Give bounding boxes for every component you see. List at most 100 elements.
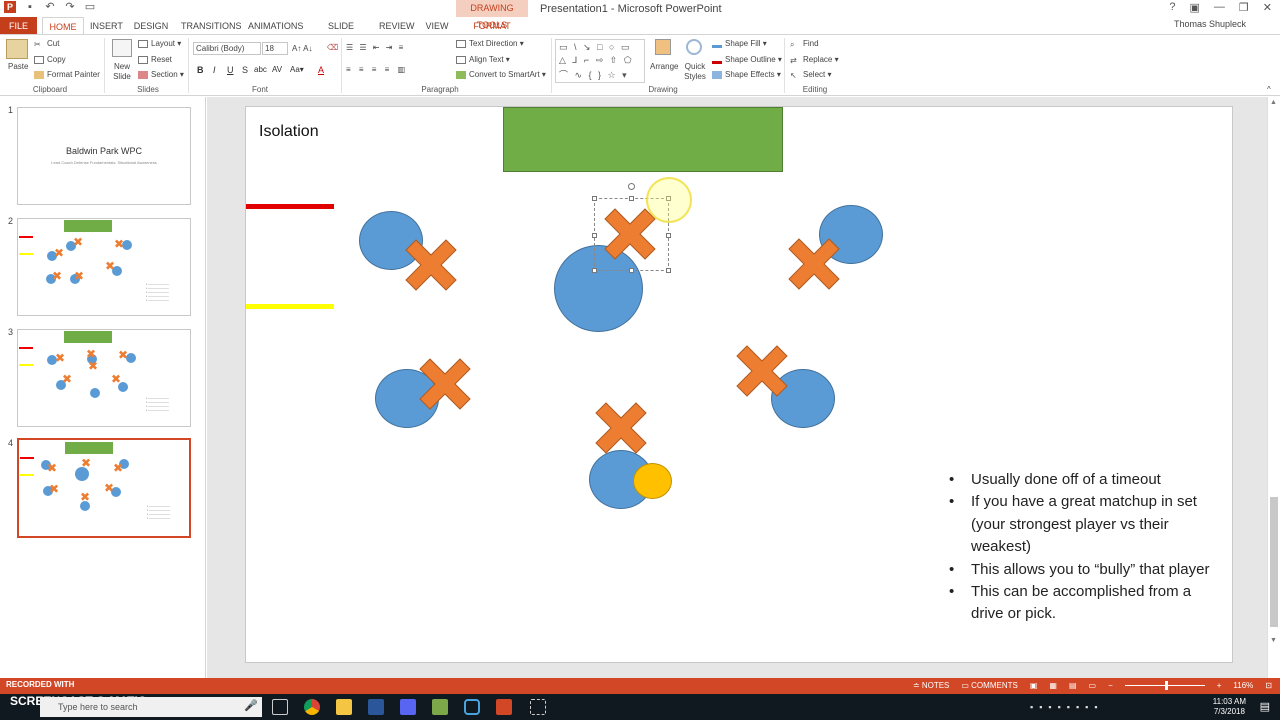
file-explorer-icon[interactable] xyxy=(336,699,352,715)
maximize-icon[interactable]: ❐ xyxy=(1239,1,1249,14)
scroll-up-icon[interactable]: ▲ xyxy=(1270,99,1277,106)
section-button[interactable]: Section ▾ xyxy=(138,70,184,79)
tab-view[interactable]: VIEW xyxy=(424,17,450,35)
layout-button[interactable]: Layout ▾ xyxy=(138,39,181,48)
save-icon[interactable]: ▪ xyxy=(24,1,36,13)
defender-x-shape[interactable] xyxy=(735,344,789,398)
quick-styles-icon[interactable] xyxy=(686,39,702,55)
task-view-icon[interactable] xyxy=(272,699,288,715)
snipping-tool-icon[interactable] xyxy=(530,699,546,715)
slide-thumbnail-2[interactable]: ✖ ✖ ✖ ✖ ✖ ✖ • ——————— • ——————— • ——————— •… xyxy=(17,218,191,316)
defender-x-shape[interactable] xyxy=(594,401,648,455)
text-direction-button[interactable]: Text Direction ▾ xyxy=(456,39,524,48)
convert-smartart-button[interactable]: Convert to SmartArt ▾ xyxy=(456,70,546,79)
minimize-icon[interactable]: — xyxy=(1214,1,1225,14)
tab-format[interactable]: FORMAT xyxy=(456,17,528,35)
shapes-gallery[interactable]: ▭ \ ↘ □ ○ ▭ △ ⅃ ⌐ ⇨ ⇧ ⬠ ⌒ ∿ { } ☆ ▾ xyxy=(555,39,645,83)
zoom-slider[interactable]: − xyxy=(1108,681,1113,690)
green-rectangle-shape[interactable] xyxy=(503,107,783,172)
reading-view-icon[interactable]: ▤ xyxy=(1069,681,1077,690)
font-family-select[interactable]: Calibri (Body) xyxy=(193,42,261,55)
defender-x-shape[interactable] xyxy=(404,238,458,292)
help-icon[interactable]: ? xyxy=(1169,1,1175,14)
discord-icon[interactable] xyxy=(400,699,416,715)
resize-handle[interactable] xyxy=(666,233,671,238)
shadow-button[interactable]: S xyxy=(242,65,248,75)
start-from-beginning-icon[interactable]: ▭ xyxy=(84,1,96,13)
underline-button[interactable]: U xyxy=(227,65,234,75)
shape-effects-button[interactable]: Shape Effects ▾ xyxy=(712,70,781,79)
taskbar-clock[interactable]: 11:03 AM 7/3/2018 xyxy=(1213,697,1246,717)
paste-button[interactable]: Paste xyxy=(8,62,28,71)
find-button[interactable]: ⌕ Find xyxy=(790,39,819,49)
tab-home[interactable]: HOME xyxy=(42,17,84,35)
notes-button[interactable]: ≐ NOTES xyxy=(913,681,950,690)
resize-handle[interactable] xyxy=(592,233,597,238)
tab-file[interactable]: FILE xyxy=(0,17,37,35)
rotate-handle-icon[interactable] xyxy=(628,183,635,190)
ribbon-display-icon[interactable]: ▣ xyxy=(1190,1,1200,14)
scrollbar-thumb[interactable] xyxy=(1270,497,1278,627)
slide-canvas[interactable]: Isolation Usually done off of a timeout … xyxy=(245,106,1233,663)
powerpoint-taskbar-icon[interactable] xyxy=(496,699,512,715)
list-buttons-icon[interactable]: ☰ ☰ ⇤ ⇥ ≡ xyxy=(346,43,405,52)
notification-icon[interactable]: ▤ xyxy=(1260,700,1270,713)
shape-outline-button[interactable]: Shape Outline ▾ xyxy=(712,55,782,64)
app-icon[interactable] xyxy=(464,699,480,715)
vertical-scrollbar[interactable]: ▲ ▼ xyxy=(1267,97,1280,678)
collapse-ribbon-icon[interactable]: ^ xyxy=(1267,85,1271,94)
strikethrough-button[interactable]: abc xyxy=(254,65,267,74)
resize-handle[interactable] xyxy=(592,196,597,201)
alignment-buttons-icon[interactable]: ≡ ≡ ≡ ≡ ▥ xyxy=(346,65,408,74)
defender-x-shape[interactable] xyxy=(418,357,472,411)
slide-title[interactable]: Isolation xyxy=(259,123,319,141)
minecraft-icon[interactable] xyxy=(432,699,448,715)
word-icon[interactable] xyxy=(368,699,384,715)
ball-circle[interactable] xyxy=(633,463,672,499)
copy-button[interactable]: Copy xyxy=(34,55,66,64)
comments-button[interactable]: ▭ COMMENTS xyxy=(961,681,1017,690)
user-account[interactable]: Thomas Shupleck xyxy=(1174,19,1246,29)
bold-button[interactable]: B xyxy=(197,65,204,75)
slide-thumbnail-1[interactable]: Baldwin Park WPC Lead Coach Defense Fund… xyxy=(17,107,191,205)
font-color-button[interactable]: A xyxy=(318,65,324,75)
new-slide-button[interactable]: New Slide xyxy=(110,62,134,82)
shape-fill-button[interactable]: Shape Fill ▾ xyxy=(712,39,767,48)
defender-x-shape[interactable] xyxy=(787,237,841,291)
tab-design[interactable]: DESIGN xyxy=(133,17,169,35)
taskbar-search-input[interactable]: Type here to search xyxy=(40,697,262,717)
tab-slide-show[interactable]: SLIDE SHOW xyxy=(314,17,368,49)
grow-font-icon[interactable]: A↑ A↓ xyxy=(292,44,312,53)
clear-formatting-icon[interactable]: ⌫ xyxy=(327,43,338,52)
microphone-icon[interactable]: 🎤 xyxy=(244,699,260,715)
tab-review[interactable]: REVIEW xyxy=(379,17,415,35)
zoom-level[interactable]: 116% xyxy=(1233,681,1253,690)
red-line-shape[interactable] xyxy=(246,204,334,209)
change-case-button[interactable]: Aa▾ xyxy=(290,65,304,74)
arrange-button[interactable]: Arrange xyxy=(650,62,678,71)
slide-sorter-icon[interactable]: ▦ xyxy=(1049,681,1057,690)
yellow-line-shape[interactable] xyxy=(246,304,334,309)
resize-handle[interactable] xyxy=(629,268,634,273)
font-size-select[interactable]: 18 xyxy=(262,42,288,55)
resize-handle[interactable] xyxy=(666,268,671,273)
fit-slide-icon[interactable]: ⊡ xyxy=(1265,681,1272,690)
slide-thumbnail-3[interactable]: ✖ ✖ ✖ ✖ ✖ ✖ • ——————— • ——————— • ——————— •… xyxy=(17,329,191,427)
undo-icon[interactable]: ↶ xyxy=(44,1,56,13)
normal-view-icon[interactable]: ▣ xyxy=(1030,681,1038,690)
bullet-list[interactable]: Usually done off of a timeout If you hav… xyxy=(946,469,1216,626)
replace-button[interactable]: ⇄ Replace ▾ xyxy=(790,55,839,65)
zoom-thumb[interactable] xyxy=(1164,681,1168,690)
arrange-icon[interactable] xyxy=(655,39,671,55)
select-button[interactable]: ↖ Select ▾ xyxy=(790,70,831,80)
new-slide-icon[interactable] xyxy=(112,39,132,57)
quick-styles-button[interactable]: Quick Styles xyxy=(682,62,708,82)
zoom-track[interactable] xyxy=(1124,681,1205,690)
tab-animations[interactable]: ANIMATIONS xyxy=(248,17,303,35)
character-spacing-button[interactable]: AV xyxy=(272,65,282,74)
align-text-button[interactable]: Align Text ▾ xyxy=(456,55,510,64)
system-tray-icons[interactable]: ▪▪▪▪▪▪▪▪ xyxy=(1030,702,1104,712)
italic-button[interactable]: I xyxy=(213,65,216,75)
resize-handle[interactable] xyxy=(629,196,634,201)
resize-handle[interactable] xyxy=(592,268,597,273)
